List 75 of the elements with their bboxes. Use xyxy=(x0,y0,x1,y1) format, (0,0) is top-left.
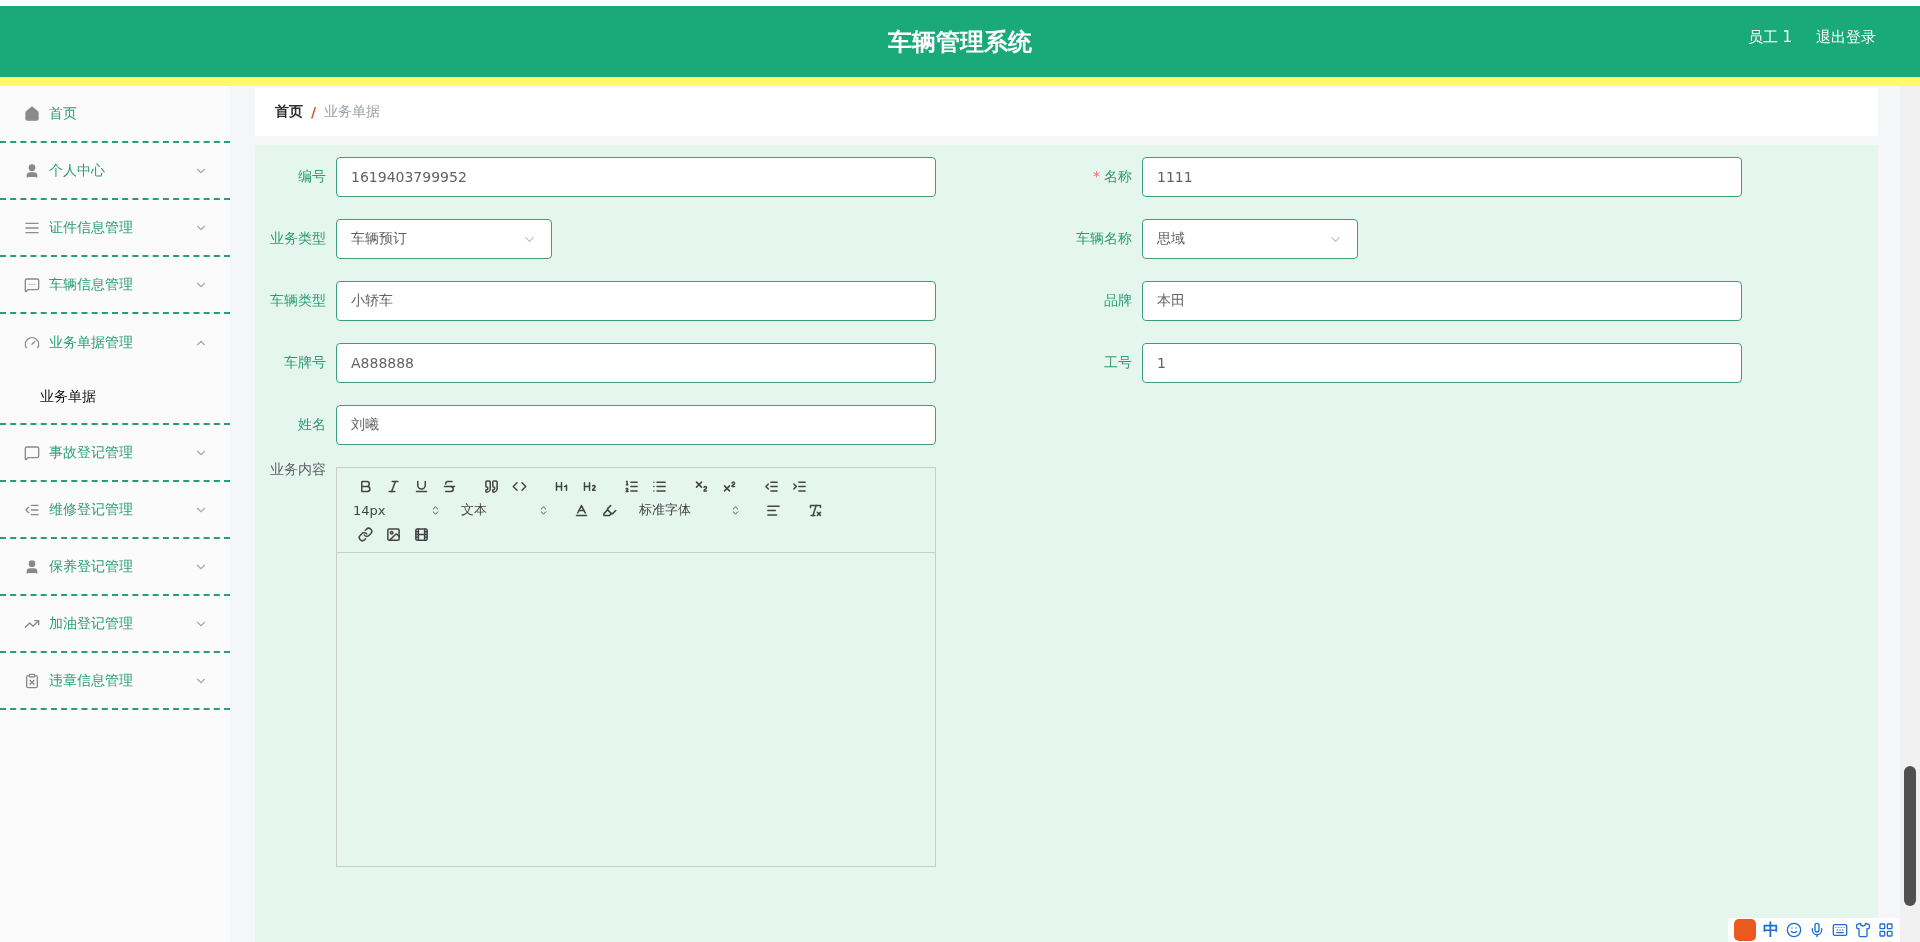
sidebar-item[interactable]: 维修登记管理 xyxy=(24,481,208,538)
outdent-icon xyxy=(763,478,779,494)
required-mark: * xyxy=(1093,168,1100,184)
font-picker[interactable]: 标准字体 xyxy=(637,500,745,520)
superscript-icon xyxy=(721,478,737,494)
field-label: 车辆名称 xyxy=(1075,230,1133,248)
sidebar-item[interactable]: 业务单据管理 xyxy=(24,314,208,371)
keyboard-icon[interactable] xyxy=(1832,922,1848,938)
clipboard-icon xyxy=(24,672,40,689)
field-label: 姓名 xyxy=(297,416,327,434)
input-field[interactable]: 1619403799952 xyxy=(336,157,936,197)
submenu-item[interactable]: 业务单据 xyxy=(0,371,230,423)
user-name: 员工 1 xyxy=(1747,28,1792,47)
input-field[interactable]: 1111 xyxy=(1142,157,1742,197)
image-icon xyxy=(385,526,401,542)
grid-icon[interactable] xyxy=(1878,922,1894,938)
field-label: 工号 xyxy=(1103,354,1133,372)
home-icon xyxy=(24,105,40,122)
indent-icon xyxy=(791,478,807,494)
highlight-icon xyxy=(601,502,617,518)
field-label: 品牌 xyxy=(1103,292,1133,310)
sidebar-item[interactable]: 个人中心 xyxy=(24,142,208,199)
updown-icon xyxy=(430,504,441,516)
shirt-icon[interactable] xyxy=(1855,922,1871,938)
message-icon xyxy=(24,444,40,461)
field-label: 名称 xyxy=(1104,168,1132,184)
film-icon xyxy=(413,526,429,542)
ime-logo-icon xyxy=(1734,919,1756,941)
field-label: 业务类型 xyxy=(269,230,327,248)
input-field[interactable]: 1 xyxy=(1142,343,1742,383)
link-icon xyxy=(357,526,373,542)
scrollbar-thumb[interactable] xyxy=(1904,766,1916,906)
scrollbar[interactable] xyxy=(1900,86,1920,942)
select-field[interactable]: 思域 xyxy=(1142,219,1358,259)
chat-icon xyxy=(24,276,40,293)
sidebar-item[interactable]: 事故登记管理 xyxy=(24,424,208,481)
align-left-icon xyxy=(765,502,781,518)
sidebar-item[interactable]: 保养登记管理 xyxy=(24,538,208,595)
smile-icon[interactable] xyxy=(1786,922,1802,938)
field-label: 车辆类型 xyxy=(269,292,327,310)
breadcrumb-separator: / xyxy=(311,104,317,120)
underline-icon xyxy=(413,478,429,494)
input-field[interactable]: 小轿车 xyxy=(336,281,936,321)
quote-icon xyxy=(483,478,499,494)
input-field[interactable]: A888888 xyxy=(336,343,936,383)
size-picker[interactable]: 14px xyxy=(351,500,445,520)
updown-icon xyxy=(730,504,741,516)
text-color-icon xyxy=(573,502,589,518)
heading-picker[interactable]: 文本 xyxy=(459,500,553,520)
clear-format-icon xyxy=(807,502,823,518)
subscript-icon xyxy=(693,478,709,494)
sidebar-item[interactable]: 车辆信息管理 xyxy=(24,256,208,313)
field-label: 业务内容 xyxy=(269,461,327,479)
updown-icon xyxy=(538,504,549,516)
input-field[interactable]: 刘曦 xyxy=(336,405,936,445)
breadcrumb-current: 业务单据 xyxy=(324,103,381,121)
sidebar-item[interactable]: 违章信息管理 xyxy=(24,652,208,709)
user-icon xyxy=(24,162,40,179)
sidebar-item[interactable]: 加油登记管理 xyxy=(24,595,208,652)
microphone-icon[interactable] xyxy=(1809,922,1825,938)
field-label: 车牌号 xyxy=(283,354,327,372)
input-field[interactable]: 本田 xyxy=(1142,281,1742,321)
ime-mode[interactable]: 中 xyxy=(1763,919,1779,941)
bullet-list-icon xyxy=(651,478,667,494)
select-field[interactable]: 车辆预订 xyxy=(336,219,552,259)
numbered-list-icon xyxy=(623,478,639,494)
sidebar-item[interactable]: 首页 xyxy=(24,85,208,142)
italic-icon xyxy=(385,478,401,494)
breadcrumb-link[interactable]: 首页 xyxy=(275,103,303,121)
app-title: 车辆管理系统 xyxy=(888,26,1032,58)
field-label: 编号 xyxy=(297,168,327,186)
gauge-icon xyxy=(24,334,40,351)
user-icon xyxy=(24,558,40,575)
sidebar-item[interactable]: 证件信息管理 xyxy=(24,199,208,256)
strikethrough-icon xyxy=(441,478,457,494)
